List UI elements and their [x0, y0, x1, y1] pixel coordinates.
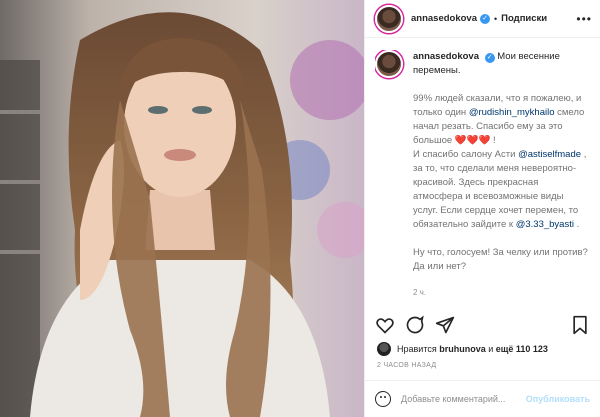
caption-username[interactable]: annasedokova [413, 51, 479, 62]
author-username[interactable]: annasedokova [411, 13, 477, 24]
mention-link[interactable]: @rudishin_mykhailo [469, 107, 555, 118]
author-avatar[interactable] [375, 4, 403, 33]
liker-avatar[interactable] [377, 342, 391, 356]
share-icon[interactable] [435, 315, 455, 335]
following-button[interactable]: Подписки [501, 13, 547, 24]
post-header: annasedokova ✓ • Подписки ••• [365, 0, 600, 38]
comment-input[interactable] [401, 394, 521, 404]
caption-text: annasedokova ✓ Мои весенние перемены. 99… [413, 50, 590, 300]
hearts-emoji: ❤️❤️❤️ [454, 135, 491, 146]
comment-icon[interactable] [405, 315, 425, 335]
mention-link[interactable]: @astiselfmade [518, 149, 581, 160]
mention-link[interactable]: @3.33_byasti [516, 219, 574, 230]
publish-button[interactable]: Опубликовать [526, 394, 590, 404]
more-options-icon[interactable]: ••• [576, 12, 592, 26]
heart-icon[interactable] [375, 315, 395, 335]
woman-portrait-image [0, 0, 364, 417]
caption-block: annasedokova ✓ Мои весенние перемены. 99… [375, 50, 590, 302]
header-separator: • [494, 13, 498, 24]
liker-username[interactable]: bruhunova [439, 344, 486, 354]
caption-avatar[interactable] [375, 50, 403, 78]
verified-icon: ✓ [480, 13, 490, 24]
emoji-icon[interactable] [375, 391, 391, 407]
likes-row: Нравится bruhunova и ещё 110 123 [377, 341, 592, 357]
bookmark-icon[interactable] [570, 315, 590, 335]
likes-count[interactable]: ещё 110 123 [496, 344, 548, 354]
caption-paragraph-1: 99% людей сказали, что я пожалею, и толь… [413, 93, 587, 230]
caption-time: 2 ч. [413, 288, 427, 297]
post-photo[interactable] [0, 0, 364, 417]
caption-paragraph-2: Ну что, голосуем! За челку или против? Д… [413, 247, 588, 272]
verified-icon: ✓ [484, 53, 495, 63]
post-side-panel: annasedokova ✓ • Подписки ••• annasedoko… [364, 0, 600, 417]
posted-time[interactable]: 2 ЧАСОВ НАЗАД [377, 362, 436, 369]
action-bar [375, 313, 590, 337]
add-comment-bar: Опубликовать [365, 380, 600, 417]
